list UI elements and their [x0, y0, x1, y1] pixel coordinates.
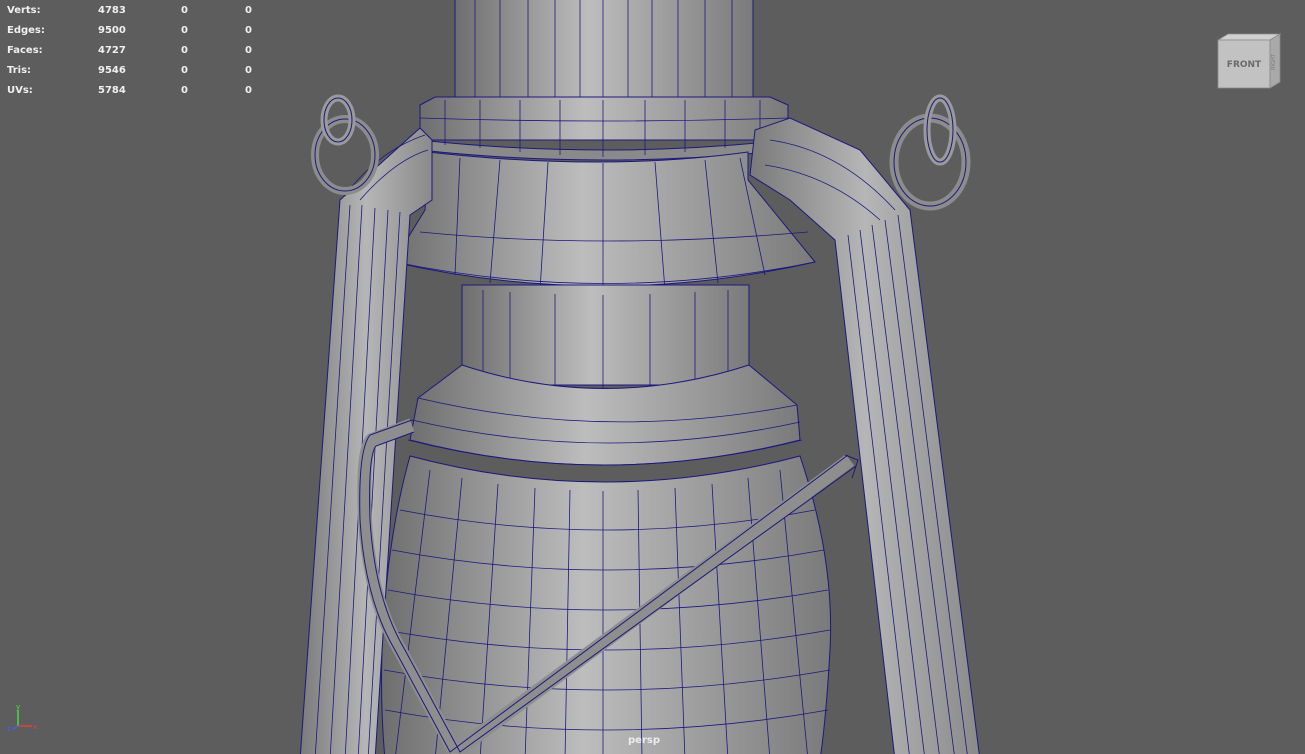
hud-stat-label: Tris: [7, 65, 32, 76]
view-cube-side-label[interactable]: RIGHT [1271, 53, 1277, 70]
hud-row: Verts: 4783 0 0 [7, 1, 267, 21]
camera-name-label: persp [628, 735, 660, 746]
hud-stat-label: Edges: [7, 25, 45, 36]
mesh-upper-collar[interactable] [419, 96, 789, 141]
axis-y-label: y [16, 703, 20, 711]
mesh-neck[interactable] [461, 284, 750, 386]
hud-row: Tris: 9546 0 0 [7, 61, 267, 81]
axis-x-label: x [33, 723, 37, 731]
hud-stat-total: 9546 [98, 65, 126, 76]
hud-stat-selected: 0 [181, 85, 188, 96]
hud-stat-total: 9500 [98, 25, 126, 36]
axis-gizmo-icon: y x z [7, 703, 37, 733]
hud-stat-extra: 0 [245, 5, 252, 16]
hud-stat-extra: 0 [245, 45, 252, 56]
hud-stat-selected: 0 [181, 5, 188, 16]
mesh-fount-body[interactable] [381, 455, 832, 754]
view-cube-front-label[interactable]: FRONT [1227, 60, 1262, 70]
poly-count-hud: Verts: 4783 0 0 Edges: 9500 0 0 Faces: 4727 0 0 Tris… [7, 1, 267, 101]
hud-stat-label: UVs: [7, 85, 33, 96]
hud-row: UVs: 5784 0 0 [7, 81, 267, 101]
hud-stat-selected: 0 [181, 25, 188, 36]
hud-row: Edges: 9500 0 0 [7, 21, 267, 41]
hud-stat-total: 4727 [98, 45, 126, 56]
hud-stat-extra: 0 [245, 65, 252, 76]
axis-z-label: z [7, 725, 11, 733]
hud-stat-label: Faces: [7, 45, 43, 56]
hud-stat-label: Verts: [7, 5, 41, 16]
mesh-right-rings[interactable] [889, 94, 971, 211]
hud-stat-total: 4783 [98, 5, 126, 16]
hud-stat-selected: 0 [181, 65, 188, 76]
hud-row: Faces: 4727 0 0 [7, 41, 267, 61]
hud-stat-selected: 0 [181, 45, 188, 56]
3d-viewport[interactable] [0, 0, 1305, 754]
mesh-left-rings[interactable] [311, 94, 379, 195]
hud-stat-extra: 0 [245, 25, 252, 36]
view-cube[interactable]: FRONT RIGHT [1210, 30, 1285, 92]
hud-stat-extra: 0 [245, 85, 252, 96]
hud-stat-total: 5784 [98, 85, 126, 96]
lantern-mesh[interactable] [299, 0, 980, 754]
